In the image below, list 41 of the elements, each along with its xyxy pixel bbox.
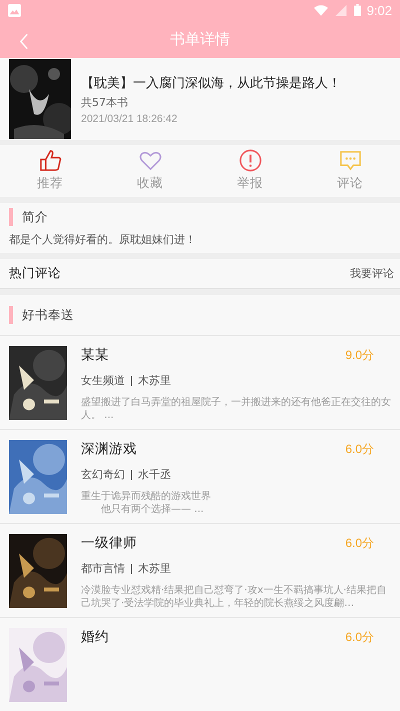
book-summary: 他只有两个选择—— ... <box>100 504 205 516</box>
section-heading: 热门评论 <box>9 264 61 282</box>
intro-text: 都是个人觉得好看的。原耽姐妹们进！ <box>9 232 197 248</box>
book-score: 6.0分 <box>345 628 374 646</box>
book-item[interactable]: 某某 9.0分 女生频道 木苏里 盛望搬进了白马弄堂的祖屋院子，一并搬进来的还有他爸正在交往的女人。 ... <box>0 335 400 430</box>
booklist-title: 【耽美】一入腐门深似海，从此节操是路人！ <box>81 74 341 92</box>
book-category: 女生频道 <box>81 373 125 388</box>
battery-icon <box>354 4 361 16</box>
image-icon <box>8 4 21 16</box>
wifi-icon <box>314 4 328 16</box>
book-item[interactable]: 一级律师 6.0分 都市言情 木苏里 冷漠脸专业怼戏精·结果把自己怼弯了·攻x一生不羁搞事坑人·结果把自己坑哭了·受法学院的毕业典礼上，年轻的院长燕绥之风度翩… <box>0 523 400 618</box>
book-item[interactable]: 深渊游戏 6.0分 玄幻奇幻 水千丞 重生于诡异而残酷的游戏世界 他只有两个选择—— ... <box>0 429 400 524</box>
section-heading: 简介 <box>22 208 48 226</box>
page-title: 书单详情 <box>170 30 230 49</box>
book-author: 木苏里 <box>138 373 171 388</box>
comment-icon <box>338 149 362 172</box>
book-score: 6.0分 <box>345 534 374 552</box>
booklist-date: 2021/03/21 18:26:42 <box>81 112 178 125</box>
book-category: 都市言情 <box>81 561 125 576</box>
book-title: 一级律师 <box>81 534 137 552</box>
back-icon[interactable] <box>20 33 29 50</box>
write-comment-link[interactable]: 我要评论 <box>350 266 394 281</box>
book-summary: 重生于诡异而残酷的游戏世界 <box>81 491 212 504</box>
alert-icon <box>238 149 262 172</box>
thumbs-up-icon <box>38 149 62 172</box>
book-score: 9.0分 <box>345 346 374 364</box>
book-author: 水千丞 <box>138 467 171 482</box>
book-summary: 盛望搬进了白马弄堂的祖屋院子，一并搬进来的还有他爸正在交往的女人。 ... <box>81 397 391 422</box>
book-score: 6.0分 <box>345 440 374 458</box>
book-item[interactable]: 婚约 6.0分 <box>0 617 400 711</box>
heart-icon <box>138 149 162 172</box>
book-title: 深渊游戏 <box>81 440 137 458</box>
book-category: 玄幻奇幻 <box>81 467 125 482</box>
no-signal-icon <box>334 4 348 16</box>
section-heading: 好书奉送 <box>22 306 74 324</box>
book-title: 婚约 <box>81 628 109 646</box>
book-summary: 冷漠脸专业怼戏精·结果把自己怼弯了·攻x一生不羁搞事坑人·结果把自己坑哭了·受法学院的毕业典礼上，年轻的院长燕绥之风度翩… <box>81 585 388 610</box>
status-time: 9:02 <box>366 2 392 18</box>
book-count: 共57本书 <box>81 94 129 110</box>
book-title: 某某 <box>81 346 109 364</box>
book-author: 木苏里 <box>138 561 171 576</box>
